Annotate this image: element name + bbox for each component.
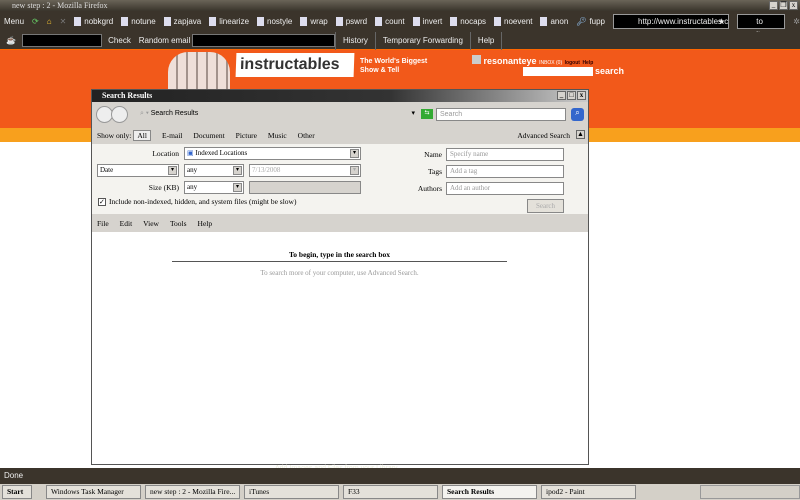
window-menu-bar: File Edit View Tools Help	[92, 214, 588, 232]
refresh-icon[interactable]: ⇆	[421, 109, 433, 119]
status-bar: Done	[0, 468, 800, 484]
bookmark-pswrd[interactable]: pswrd	[335, 17, 367, 26]
filter-music[interactable]: Music	[268, 131, 287, 140]
cup-icon: ☕	[6, 36, 16, 45]
bookmark-fupp[interactable]: 🔑︎ fupp	[576, 17, 605, 26]
filter-all[interactable]: All	[133, 130, 151, 141]
web-search-box[interactable]: to itunes	[737, 14, 786, 39]
name-field[interactable]: Specify name	[446, 148, 564, 161]
inbox-link[interactable]: INBOX (0)	[539, 60, 562, 66]
empty-hint[interactable]: To search more of your computer, use Adv…	[172, 269, 507, 277]
bookmark-anon[interactable]: anon	[540, 17, 568, 26]
show-only-bar: Show only: All E-mail Document Picture M…	[92, 127, 588, 144]
email-input[interactable]	[22, 34, 102, 47]
site-search-input[interactable]	[523, 67, 593, 76]
window-title-bar: Search Results _ □ x	[92, 90, 588, 102]
avatar	[472, 55, 481, 64]
tags-field[interactable]: Add a tag	[446, 165, 564, 178]
location-dropdown[interactable]: ▣ Indexed Locations ▾	[184, 147, 361, 160]
user-area: resonanteye INBOX (0) logout Help	[472, 55, 593, 66]
collapse-icon[interactable]: ▲	[576, 130, 585, 139]
size-operator-dropdown[interactable]: any ▾	[184, 181, 244, 194]
close-button[interactable]: x	[789, 1, 798, 10]
restore-button[interactable]: ❐	[779, 1, 788, 10]
bookmark-wrap[interactable]: wrap	[300, 17, 328, 26]
bookmark-nocaps[interactable]: nocaps	[450, 17, 486, 26]
reload-icon[interactable]: ⟳	[32, 17, 39, 26]
menu-help[interactable]: Help	[198, 219, 213, 228]
menu-edit[interactable]: Edit	[120, 219, 133, 228]
task-task-manager[interactable]: Windows Task Manager	[46, 485, 141, 499]
advanced-search-toggle[interactable]: Advanced Search	[517, 131, 570, 140]
url-bar[interactable]: http://www.instructables.c ★	[613, 14, 730, 29]
random-email-button[interactable]: Random email	[137, 36, 192, 45]
bookmark-notune[interactable]: notune	[121, 17, 156, 26]
bookmark-nostyle[interactable]: nostyle	[257, 17, 292, 26]
advanced-search-panel: Location ▣ Indexed Locations ▾ Date ▾ any ▾…	[92, 144, 588, 214]
site-tagline: The World's Biggest Show & Tell	[360, 58, 428, 74]
taskbar: Start Windows Task Manager new step : 2 …	[0, 484, 800, 500]
task-paint[interactable]: ipod2 - Paint	[541, 485, 636, 499]
results-area: To begin, type in the search box To sear…	[92, 232, 588, 464]
menu-tools[interactable]: Tools	[170, 219, 187, 228]
browser-title-bar: new step : 2 - Mozilla Firefox _ ❐ x	[0, 0, 800, 11]
task-f33[interactable]: F33	[343, 485, 438, 499]
advanced-search-button[interactable]: Search	[527, 199, 564, 213]
site-search-button[interactable]: search	[595, 66, 624, 76]
star-icon: ★	[718, 17, 726, 26]
task-itunes[interactable]: iTunes	[244, 485, 339, 499]
help-link[interactable]: Help	[582, 60, 593, 66]
bookmarks-toolbar: Menu ⟳ ⌂ ✕ nobkgrd notune zapjava linear…	[0, 11, 800, 39]
menu-button[interactable]: Menu	[4, 17, 24, 26]
temp-forwarding-button[interactable]: Temporary Forwarding	[376, 36, 470, 45]
site-logo[interactable]: instructables	[235, 53, 355, 77]
menu-file[interactable]: File	[97, 219, 109, 228]
minimize-button[interactable]: _	[769, 1, 778, 10]
bookmark-noevent[interactable]: noevent	[494, 17, 532, 26]
username-link[interactable]: resonanteye	[484, 56, 537, 66]
date-operator-dropdown[interactable]: any ▾	[184, 164, 244, 177]
bookmark-zapjava[interactable]: zapjava	[163, 17, 201, 26]
task-firefox[interactable]: new step : 2 - Mozilla Fire...	[145, 485, 240, 499]
menu-view[interactable]: View	[143, 219, 159, 228]
forward-button[interactable]	[111, 106, 128, 123]
task-search-results[interactable]: Search Results	[442, 485, 537, 499]
help-button[interactable]: Help	[471, 36, 501, 45]
address-input[interactable]	[192, 34, 335, 47]
date-value-picker[interactable]: 7/13/2008 ▾	[249, 164, 361, 177]
logout-link[interactable]: logout	[565, 60, 580, 66]
filter-email[interactable]: E-mail	[162, 131, 182, 140]
bookmark-count[interactable]: count	[375, 17, 405, 26]
include-checkbox[interactable]: ✓	[98, 198, 106, 206]
search-box[interactable]: Search	[436, 108, 566, 121]
throbber-icon: ✲	[793, 17, 800, 26]
search-go-icon[interactable]: ⌕	[571, 108, 584, 121]
authors-field[interactable]: Add an author	[446, 182, 564, 195]
history-button[interactable]: History	[336, 36, 375, 45]
window-maximize-button[interactable]: □	[567, 91, 576, 100]
window-toolbar: ⌕ ▾ Search Results ▾ ⇆ Search ⌕	[92, 102, 588, 127]
window-close-button[interactable]: x	[577, 91, 586, 100]
extension-toolbar: ☕ Check Random email History Temporary F…	[0, 31, 800, 50]
filter-picture[interactable]: Picture	[236, 131, 257, 140]
home-icon[interactable]: ⌂	[47, 17, 52, 26]
bookmark-nobkgrd[interactable]: nobkgrd	[74, 17, 113, 26]
hand-logo-icon	[168, 52, 230, 92]
window-title: Search Results	[102, 91, 153, 100]
stop-icon[interactable]: ✕	[60, 17, 67, 26]
filter-document[interactable]: Document	[193, 131, 224, 140]
check-button[interactable]: Check	[102, 36, 137, 45]
window-minimize-button[interactable]: _	[557, 91, 566, 100]
bookmark-invert[interactable]: invert	[412, 17, 442, 26]
start-button[interactable]: Start	[2, 485, 32, 499]
system-tray[interactable]	[700, 485, 800, 499]
bookmark-linearize[interactable]: linearize	[209, 17, 249, 26]
date-type-dropdown[interactable]: Date ▾	[97, 164, 179, 177]
empty-title: To begin, type in the search box	[172, 250, 507, 262]
browser-title: new step : 2 - Mozilla Firefox	[12, 1, 108, 10]
filter-other[interactable]: Other	[298, 131, 315, 140]
address-breadcrumb[interactable]: ⌕ ▾ Search Results ▾	[140, 107, 415, 121]
size-value-input[interactable]	[249, 181, 361, 194]
search-results-window: Search Results _ □ x ⌕ ▾ Search Results ▾ ⇆…	[91, 89, 589, 465]
